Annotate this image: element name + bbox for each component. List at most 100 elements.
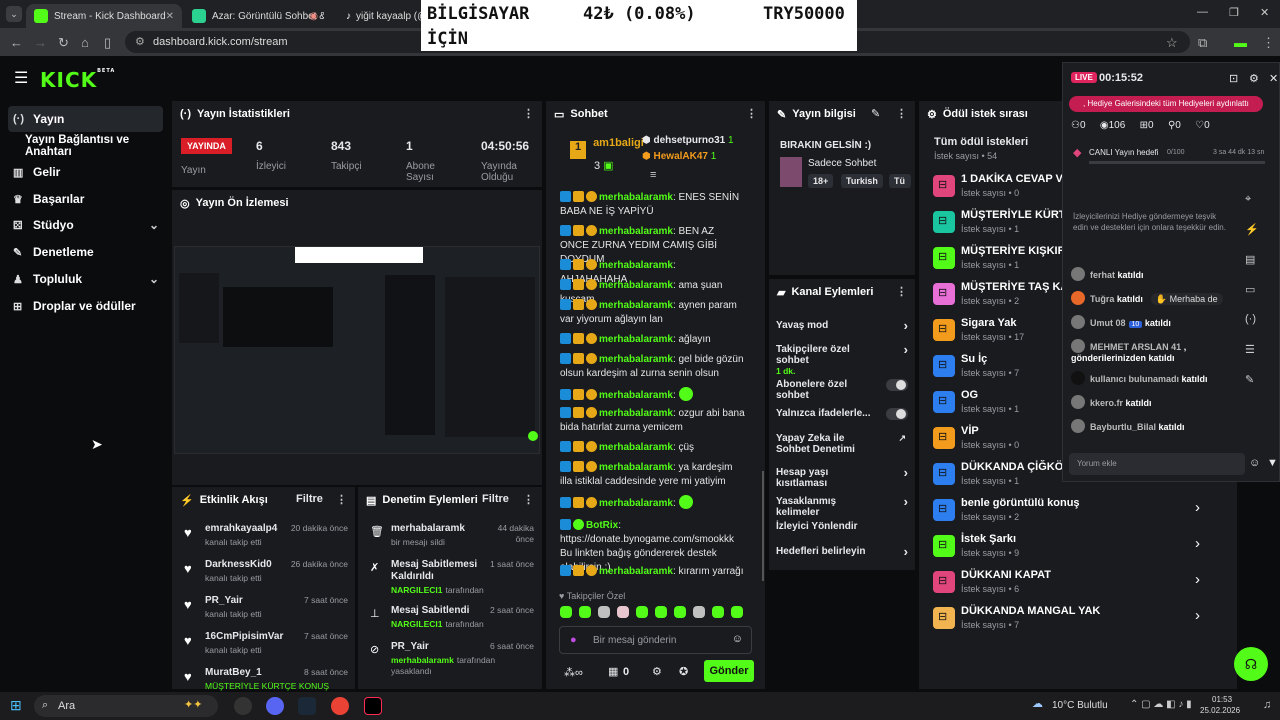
join-entry[interactable]: MEHMET ARSLAN 41 , gönderilerinizden kat… xyxy=(1071,339,1241,364)
channel-action-6[interactable]: Yasaklanmış kelimeler › xyxy=(776,495,910,518)
chat-message[interactable]: merhabalaramk: ağlayın xyxy=(560,333,745,347)
taskbar-search[interactable]: ⌕ Ara ✦✦ xyxy=(34,695,218,717)
chat-message[interactable]: merhabalaramk: aynen param var yiyorum a… xyxy=(560,299,745,327)
chat-message[interactable]: merhabalaramk: gel bide gözün olsun kard… xyxy=(560,353,745,381)
home-icon[interactable]: ⌂ xyxy=(81,35,89,50)
sidebar-item-gelir[interactable]: ▥ Gelir xyxy=(8,159,163,185)
browser-menu-icon[interactable]: ⋮ xyxy=(1262,35,1275,51)
chat-mod-icon[interactable]: ✪ xyxy=(679,665,688,678)
join-entry[interactable]: Tuğra katıldı ✋ Merhaba de xyxy=(1071,291,1241,305)
activity-user[interactable]: emrahkayaalp4 xyxy=(205,523,277,534)
sidebar-item-yayin[interactable]: (·) Yayın xyxy=(8,106,163,132)
maximize-button[interactable]: ❐ xyxy=(1229,6,1239,19)
emote-icon[interactable] xyxy=(598,606,610,618)
back-icon[interactable]: ← xyxy=(10,35,23,50)
discord-taskbar-icon[interactable] xyxy=(266,697,284,715)
emote-icon[interactable] xyxy=(579,606,591,618)
tools-icon[interactable]: ✎ xyxy=(1245,373,1269,403)
channel-action-7[interactable]: İzleyici Yönlendir xyxy=(776,521,910,532)
chat-message[interactable]: merhabalaramk: çüş xyxy=(560,441,745,455)
tag-turkish[interactable]: Turkish xyxy=(841,174,883,188)
weather-text[interactable]: 10°C Bulutlu xyxy=(1052,700,1108,711)
lock-icon[interactable]: ⊡ xyxy=(1229,72,1238,85)
category-name[interactable]: Sadece Sohbet xyxy=(808,158,876,169)
flash-icon[interactable]: ⚡ xyxy=(1245,223,1269,253)
chat-message[interactable]: merhabalaramk: ya kardeşim illa istiklal… xyxy=(560,461,745,489)
profile-icon[interactable]: ▬ xyxy=(1234,35,1247,50)
mic-icon[interactable]: ● xyxy=(570,634,577,646)
emoji-icon[interactable]: ☺ xyxy=(732,633,743,645)
edit-pencil-icon[interactable]: ✎ xyxy=(871,107,880,120)
moderation-more-icon[interactable]: ⋮ xyxy=(523,493,534,506)
join-entry[interactable]: Bayburtlu_Bilal katıldı xyxy=(1071,419,1241,433)
activity-filter-button[interactable]: Filtre xyxy=(296,493,323,505)
join-entry[interactable]: kkero.fr katıldı xyxy=(1071,395,1241,409)
chat-message[interactable]: merhabalaramk: ozgur abi bana bida hatır… xyxy=(560,407,745,435)
chat-settings-icon[interactable]: ⚙ xyxy=(652,665,662,678)
moderation-filter-button[interactable]: Filtre xyxy=(482,493,509,505)
chat-more-icon[interactable]: ⋮ xyxy=(746,107,757,120)
chat-input[interactable]: ● Bir mesaj gönderin ☺ xyxy=(559,626,752,654)
notification-bell-icon[interactable]: ♫ xyxy=(1263,699,1271,711)
channel-action-3[interactable]: Yalnızca ifadelerle... xyxy=(776,408,910,420)
windows-start-icon[interactable]: ⊞ xyxy=(10,697,22,714)
emoji-icon[interactable]: ☺ xyxy=(1249,457,1260,469)
activity-user[interactable]: DarknessKid0 xyxy=(205,559,272,570)
join-entry[interactable]: kullanıcı bulunamadı katıldı xyxy=(1071,371,1241,385)
chat-message[interactable]: merhabalaramk: xyxy=(560,495,745,511)
kick-logo[interactable]: KICKBETA xyxy=(40,68,115,92)
chat-scrollbar[interactable] xyxy=(762,471,764,581)
channel-action-2[interactable]: Abonelere özel sohbet xyxy=(776,379,910,401)
emote-icon[interactable] xyxy=(636,606,648,618)
tiktok-taskbar-icon[interactable] xyxy=(364,697,382,715)
close-float-icon[interactable]: ✕ xyxy=(1269,72,1278,85)
channel-action-1[interactable]: Takipçilere özel sohbet 1 dk. › xyxy=(776,343,910,377)
channel-action-8[interactable]: Hedefleri belirleyin › xyxy=(776,545,910,558)
sidebar-item-studyo[interactable]: ⚄ Stüdyo ⌄ xyxy=(8,212,163,238)
filter-icon[interactable]: ▼ xyxy=(1267,457,1278,469)
channel-action-4[interactable]: Yapay Zeka ile Sohbet Denetimi ↗ xyxy=(776,433,910,455)
sidebar-item-basarilar[interactable]: ♛ Başarılar xyxy=(8,186,163,212)
chat-bubble-icon[interactable]: ▭ xyxy=(1245,283,1269,313)
chat-store-icon[interactable]: ▦ xyxy=(608,665,618,678)
tab-tiktok[interactable]: ♪ yiğit kayaalp (@ xyxy=(338,4,422,28)
chat-message[interactable]: merhabalaramk: ENES SENİN BABA NE İŞ YAP… xyxy=(560,191,745,219)
tag-18[interactable]: 18+ xyxy=(808,174,834,188)
camera-icon[interactable]: ⌖ xyxy=(1245,193,1269,223)
activity-user[interactable]: 16CmPipisimVar xyxy=(205,631,283,642)
top-gifter-3[interactable]: ⬢ HewalAK47 1 xyxy=(642,151,716,162)
clock-time[interactable]: 01:53 xyxy=(1212,695,1232,704)
activity-user[interactable]: MuratBey_1 xyxy=(205,667,262,678)
hamburger-menu-icon[interactable]: ☰ xyxy=(14,68,28,88)
chat-users-icon[interactable]: ⁂∞ xyxy=(564,666,583,679)
emote-icon[interactable] xyxy=(655,606,667,618)
top-gifter-2[interactable]: ⬢ dehsetpurno31 1 xyxy=(642,135,734,146)
reward-item[interactable]: ⊟ DÜKKANDA MANGAL YAK İstek sayısı • 7 › xyxy=(933,605,1213,637)
steam-taskbar-icon[interactable] xyxy=(298,697,316,715)
split-view-icon[interactable]: ▯ xyxy=(104,35,111,51)
site-info-icon[interactable]: ⚙ xyxy=(135,31,145,53)
tab-kick-dashboard[interactable]: Stream - Kick Dashboard ✕ xyxy=(26,4,182,28)
bookmark-star-icon[interactable]: ☆ xyxy=(1166,35,1178,51)
join-entry[interactable]: ferhat katıldı xyxy=(1071,267,1241,281)
comment-input[interactable]: Yorum ekle xyxy=(1069,453,1245,475)
chrome-taskbar-icon[interactable] xyxy=(331,697,349,715)
reload-icon[interactable]: ↻ xyxy=(58,35,69,51)
channel-action-0[interactable]: Yavaş mod › xyxy=(776,319,910,332)
tab-azar[interactable]: Azar: Görüntülü Sohbet & ◉ xyxy=(184,4,324,28)
settings-icon[interactable]: ⚙ xyxy=(1249,72,1259,85)
reward-item[interactable]: ⊟ DÜKKANI KAPAT İstek sayısı • 6 › xyxy=(933,569,1213,601)
say-hi-button[interactable]: ✋ Merhaba de xyxy=(1150,293,1223,305)
chat-message[interactable]: merhabalaramk: kırarım yarrağı xyxy=(560,565,745,579)
close-tab-icon[interactable]: ✕ xyxy=(166,11,174,22)
stream-info-more-icon[interactable]: ⋮ xyxy=(896,107,907,120)
activity-user[interactable]: PR_Yair xyxy=(205,595,243,606)
minimize-button[interactable]: — xyxy=(1197,6,1208,18)
emote-icon[interactable] xyxy=(560,606,572,618)
emote-icon[interactable] xyxy=(712,606,724,618)
send-button[interactable]: Gönder xyxy=(704,660,754,682)
pinned-collapse-icon[interactable]: ≡ xyxy=(650,169,656,181)
activity-more-icon[interactable]: ⋮ xyxy=(336,493,347,506)
extensions-icon[interactable]: ⧉ xyxy=(1198,35,1207,51)
close-window-button[interactable]: ✕ xyxy=(1260,6,1269,19)
